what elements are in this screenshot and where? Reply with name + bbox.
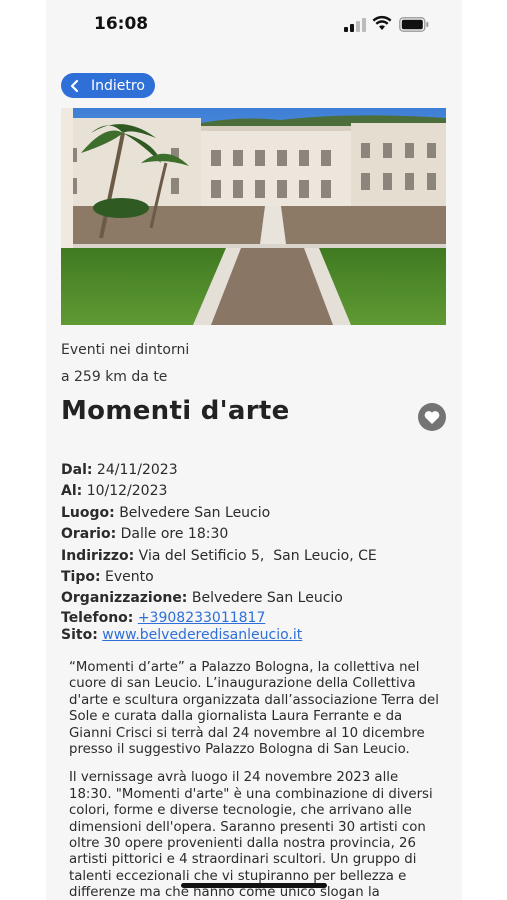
back-button[interactable]: Indietro xyxy=(61,73,155,98)
status-time: 16:08 xyxy=(94,14,149,34)
detail-value: Belvedere San Leucio xyxy=(191,590,343,607)
detail-luogo: Luogo: Belvedere San Leucio xyxy=(61,503,451,524)
detail-orario: Orario: Dalle ore 18:30 xyxy=(61,524,451,545)
event-image-carousel[interactable] xyxy=(61,108,446,325)
event-photo xyxy=(61,108,446,325)
detail-telefono: Telefono: +3908233011817 xyxy=(61,610,451,627)
app-screen: 16:08 Indietro Eventi nei dintorni a 259… xyxy=(46,0,462,900)
home-indicator[interactable] xyxy=(181,883,327,888)
detail-value: Dalle ore 18:30 xyxy=(120,526,229,543)
detail-indirizzo: Indirizzo: Via del Setificio 5, San Leuc… xyxy=(61,546,451,567)
detail-label: Dal: xyxy=(61,462,93,478)
detail-organizzazione: Organizzazione: Belvedere San Leucio xyxy=(61,588,451,609)
detail-label: Telefono: xyxy=(61,609,134,626)
event-category: Eventi nei dintorni xyxy=(61,342,190,358)
heart-icon xyxy=(424,410,440,424)
detail-sito: Sito: www.belvederedisanleucio.it xyxy=(61,627,451,644)
detail-label: Luogo: xyxy=(61,504,115,521)
detail-value: Belvedere San Leucio xyxy=(119,504,271,521)
description-paragraph: Il vernissage avrà luogo il 24 novembre … xyxy=(69,770,433,900)
detail-tipo: Tipo: Evento xyxy=(61,567,451,588)
cellular-signal-icon xyxy=(344,18,366,32)
detail-value: Via del Setificio 5, San Leucio, CE xyxy=(138,547,377,564)
detail-al: Al: 10/12/2023 xyxy=(61,481,451,502)
detail-value: 24/11/2023 xyxy=(96,462,178,478)
detail-value: 10/12/2023 xyxy=(86,483,168,500)
detail-label: Sito: xyxy=(61,626,98,643)
event-title: Momenti d'arte xyxy=(61,396,290,426)
detail-value: Evento xyxy=(105,569,154,586)
detail-label: Al: xyxy=(61,483,83,500)
detail-dal: Dal: 24/11/2023 xyxy=(61,460,451,481)
favorite-button[interactable] xyxy=(418,403,446,431)
detail-label: Tipo: xyxy=(61,569,101,586)
chevron-left-icon xyxy=(70,79,79,92)
detail-label: Orario: xyxy=(61,526,117,543)
event-details: Dal: 24/11/2023 Al: 10/12/2023 Luogo: Be… xyxy=(61,460,451,644)
event-distance: a 259 km da te xyxy=(61,369,168,385)
battery-icon xyxy=(399,17,429,32)
phone-link[interactable]: +3908233011817 xyxy=(138,610,266,626)
event-description: “Momenti d’arte” a Palazzo Bologna, la c… xyxy=(69,660,444,900)
status-bar: 16:08 xyxy=(46,0,462,50)
description-paragraph: “Momenti d’arte” a Palazzo Bologna, la c… xyxy=(69,660,439,758)
back-button-label: Indietro xyxy=(91,77,145,94)
detail-label: Indirizzo: xyxy=(61,547,135,564)
detail-label: Organizzazione: xyxy=(61,590,188,607)
wifi-icon xyxy=(372,15,392,30)
website-link[interactable]: www.belvederedisanleucio.it xyxy=(102,627,302,643)
